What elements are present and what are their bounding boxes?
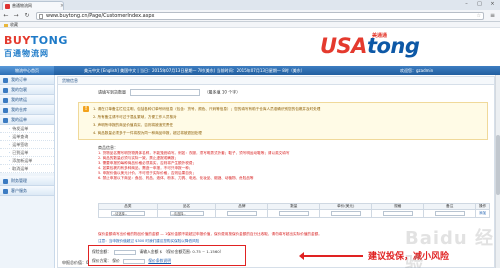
close-tab-icon[interactable]: × — [60, 2, 63, 10]
sidebar-item-forwarding[interactable]: 我的转运 — [0, 95, 54, 105]
bookmark-label: 收藏 — [10, 22, 18, 27]
table-row: --请选择-- --请选择-- 添加 — [98, 209, 490, 218]
category-select[interactable]: --请选择-- — [110, 211, 145, 216]
browser-tab-bar: 普通物流网 × – □ × — [0, 0, 500, 10]
sidebar-subitem-arrived[interactable]: 已到运单 — [0, 149, 54, 157]
insurance-amount-label: 保险金额： — [92, 249, 111, 254]
quantity-input[interactable] — [130, 89, 201, 96]
quantity-row: 请填写到货数量 （最多填 10 个字） — [98, 89, 240, 96]
browser-tab[interactable]: 普通物流网 × — [2, 1, 64, 10]
quantity-cell-input[interactable] — [278, 210, 309, 216]
forward-icon[interactable]: → — [12, 12, 20, 20]
quantity-hint: （最多填 10 个字） — [204, 89, 241, 95]
menu-icon — [3, 117, 8, 123]
warning-icon: ! — [83, 106, 89, 112]
sidebar-item-finance[interactable]: 财务管理 — [0, 176, 54, 186]
sidebar: 我的订单 我的包裹 我的转运 我的仓库 我的运单 待发运单 运单查询 运单签收 … — [0, 75, 55, 268]
insurance-plan-label: 保价方案： — [92, 258, 111, 263]
insurance-fee-range: （保价金额范围: 0.75 ~ 1.1560） — [163, 249, 224, 254]
close-window-icon[interactable]: × — [486, 0, 499, 8]
buytong-logo[interactable]: BUYTONG 百通物流网 — [4, 34, 68, 59]
insurance-note: 保价金额填写出价格的物品价值的金额 — 1保价金额不能超过申报价值，保价费用按保… — [98, 232, 322, 236]
sidebar-item-warehouse[interactable]: 我的仓库 — [0, 105, 54, 115]
insurance-amount-row: 保险金额： 请输入金额 $ （保价金额范围: 0.75 ~ 1.1560） — [92, 249, 223, 255]
maximize-icon[interactable]: □ — [473, 0, 486, 8]
notice-line: 2. 所有备注请不可过于混乱繁琐，方便工作人员核对 — [93, 115, 177, 119]
insurance-plan-row: 保价方案： 保价 保价条款说明 — [92, 258, 171, 264]
site-header: BUYTONG 百通物流网 USAtong 美通通 — [0, 28, 500, 66]
sidebar-subitem-pending[interactable]: 待发运单 — [0, 125, 54, 133]
notice-box: ! 1. 请在订单备注栏位注明，包括各种订单号码信息（包含：货号、颜色、尺码等信… — [78, 102, 488, 140]
minimize-icon[interactable]: – — [460, 0, 473, 8]
insurance-currency: $ — [159, 249, 163, 254]
price-input[interactable] — [330, 210, 361, 216]
address-url: www.buytong.cn/Page/CustomerIndex.aspx — [46, 13, 155, 19]
bookmark-star-icon[interactable]: ☆ — [477, 13, 481, 20]
notice-line: 4. 商品数量必须多于一件将视为同一种商品申报，超过将被退回处理 — [93, 131, 202, 135]
sidebar-item-waybills[interactable]: 我的运单 — [0, 115, 54, 125]
nav-date-info: 美元中文 [English] 美国中文 | 当日：2015年07月13日星期一 … — [84, 68, 305, 73]
insurance-tip: 注意：当申报价值超过 $300 时我们建议您购买保险以降低风险 — [98, 239, 200, 243]
sidebar-subitem-add[interactable]: 添加新运单 — [0, 157, 54, 165]
remark-input[interactable] — [434, 210, 465, 216]
scroll-thumb[interactable] — [496, 135, 500, 195]
quantity-label: 请填写到货数量 — [98, 89, 126, 95]
insurance-plan-value: 保价 — [112, 258, 120, 263]
menu-icon — [3, 188, 8, 194]
usatong-cn-label: 美通通 — [372, 33, 388, 39]
menu-icon — [3, 107, 8, 113]
sidebar-item-orders[interactable]: 我的订单 — [0, 75, 54, 85]
insurance-plan-input[interactable] — [123, 258, 146, 264]
sidebar-item-packages[interactable]: 我的包裹 — [0, 85, 54, 95]
logo-cn: 百通物流网 — [4, 49, 49, 58]
add-row-link[interactable]: 添加 — [479, 211, 486, 215]
reload-icon[interactable]: ↻ — [23, 12, 31, 20]
usatong-wordmark: USAtong — [320, 34, 420, 58]
requirement-line: 6. 禁止申报以下商品：食品、药品、液体、粉末、刀具、电池、化妆品、烟酒、动植物… — [98, 176, 254, 180]
address-bar[interactable]: www.buytong.cn/Page/CustomerIndex.aspx ☆ — [36, 12, 484, 20]
insurance-box: 保险金额： 请输入金额 $ （保价金额范围: 0.75 ~ 1.1560） 保价… — [88, 245, 246, 266]
name-select[interactable]: --请选择-- — [169, 211, 204, 216]
logo-en: BUYTONG — [4, 34, 68, 47]
nav-user-greeting[interactable]: 欢迎您：gzadmin — [400, 66, 433, 75]
nav-home-tab[interactable]: 物流中心首页 — [0, 66, 54, 75]
menu-icon — [3, 178, 8, 184]
page-icon — [39, 14, 43, 19]
annotation-arrow — [299, 252, 363, 260]
menu-icon — [3, 97, 8, 103]
address-toolbar: ← → ↻ www.buytong.cn/Page/CustomerIndex.… — [0, 10, 500, 22]
spec-input[interactable] — [382, 210, 413, 216]
goods-table: 品类 品名 品牌 数量 单价(美元) 规格 备注 操作 --请选择-- --请选… — [98, 203, 490, 218]
sidebar-subitem-signed[interactable]: 运单签收 — [0, 141, 54, 149]
site-favicon-icon — [5, 4, 10, 9]
menu-icon — [3, 77, 8, 83]
declared-total: 申报总价值：0 — [62, 260, 89, 265]
goods-requirements: 1. 货物品名需写明货物具体名称，不能笼统填写。例如：衣服，须写明男式外套；鞋子… — [98, 151, 488, 181]
sidebar-item-service[interactable]: 客户服务 — [0, 186, 54, 196]
menu-icon — [3, 87, 8, 93]
sidebar-subitem-cancel[interactable]: 取消运单 — [0, 165, 54, 173]
insurance-amount-input[interactable] — [114, 249, 137, 255]
insurance-amount-placeholder: 请输入金额 — [139, 249, 159, 254]
sidebar-subitem-query[interactable]: 运单查询 — [0, 133, 54, 141]
brand-input[interactable] — [226, 210, 257, 216]
browser-menu-icon[interactable]: ≡ — [488, 12, 497, 20]
usatong-logo[interactable]: USAtong 美通通 — [320, 33, 420, 58]
panel-title: 货物信息 — [58, 77, 494, 85]
insurance-terms-link[interactable]: 保价条款说明 — [148, 258, 171, 263]
site-nav-bar: 物流中心首页 美元中文 [English] 美国中文 | 当日：2015年07月… — [0, 66, 500, 75]
notice-line: 1. 请在订单备注栏位注明，包括各种订单号码信息（包含：货号、颜色、尺码等信息）… — [93, 107, 321, 111]
tab-title: 普通物流网 — [12, 3, 32, 8]
back-icon[interactable]: ← — [2, 12, 10, 20]
watermark: Baidu 经验 — [405, 228, 495, 268]
notice-line: 3. 声明所申报的商品价值真实，否则将被追究责任 — [93, 123, 174, 127]
folder-icon — [4, 23, 8, 27]
